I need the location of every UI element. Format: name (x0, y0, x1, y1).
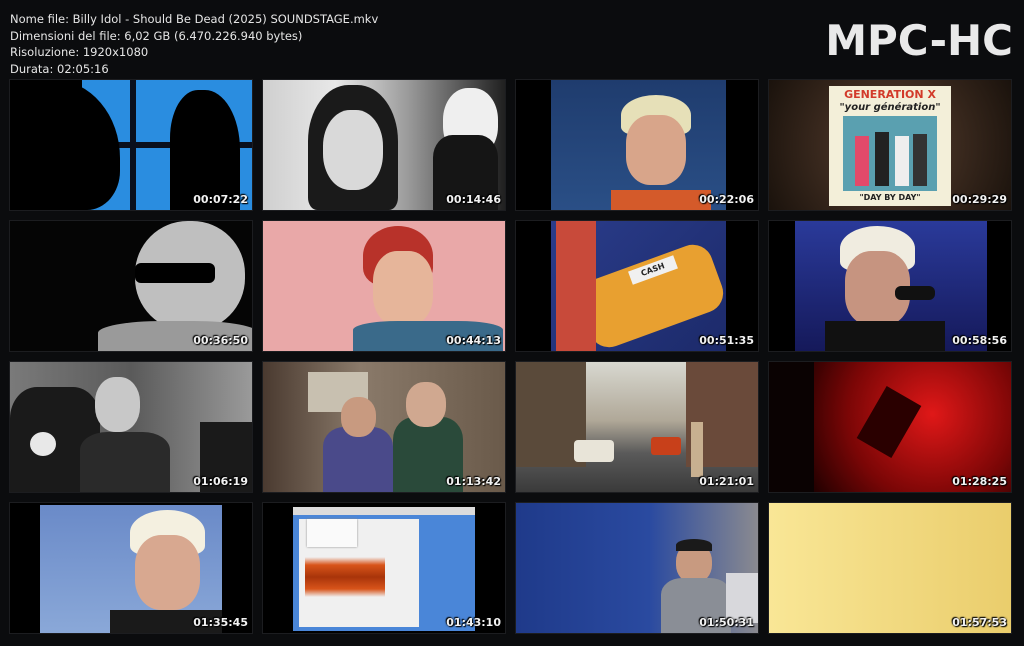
thumbnail-grid: 00:07:22 00:14:46 00:22:06 GENERATION X … (10, 80, 1011, 633)
timestamp: 00:29:29 (952, 193, 1007, 206)
thumbnail-16[interactable]: 01:57:53 (769, 503, 1011, 633)
timestamp: 00:58:56 (952, 334, 1007, 347)
thumbnail-5[interactable]: 00:36:50 (10, 221, 252, 351)
record-sleeve: GENERATION X "your génération" "DAY BY D… (829, 86, 951, 206)
thumbnail-frame (263, 80, 505, 210)
resolution-line: Risoluzione: 1920x1080 (10, 45, 149, 59)
app-menubar (293, 507, 475, 515)
timestamp: 01:50:31 (699, 616, 754, 629)
thumbnail-frame (10, 362, 252, 492)
sleeve-subtitle: "DAY BY DAY" (859, 193, 921, 202)
sleeve-band: GENERATION X (844, 88, 936, 101)
thumbnail-8[interactable]: 00:58:56 (769, 221, 1011, 351)
face-shape (323, 110, 383, 190)
thumbnail-frame (516, 503, 758, 633)
waveform-shape (305, 557, 385, 597)
thumbnail-frame (769, 362, 1011, 492)
thumbnail-15[interactable]: 01:50:31 (516, 503, 758, 633)
file-info-panel: Nome file: Billy Idol - Should Be Dead (… (10, 11, 378, 77)
thumbnail-frame (516, 362, 758, 492)
thumbnail-frame (10, 80, 252, 210)
thumbnail-11[interactable]: 01:21:01 (516, 362, 758, 492)
face-shape (341, 397, 376, 437)
sleeve-title: "your génération" (839, 102, 941, 113)
thumbnail-frame (795, 221, 987, 351)
thumbnail-4[interactable]: GENERATION X "your génération" "DAY BY D… (769, 80, 1011, 210)
timestamp: 01:57:53 (952, 616, 1007, 629)
timestamp: 01:21:01 (699, 475, 754, 488)
thumbnail-frame (10, 221, 252, 351)
timestamp: 00:22:06 (699, 193, 754, 206)
timestamp: 00:14:46 (446, 193, 501, 206)
timestamp: 01:35:45 (193, 616, 248, 629)
cap-shape (676, 539, 712, 551)
timestamp: 01:06:19 (193, 475, 248, 488)
timestamp: 01:13:42 (446, 475, 501, 488)
duration-line: Durata: 02:05:16 (10, 61, 109, 76)
timestamp: 01:43:10 (446, 616, 501, 629)
mpc-hc-logo: MPC-HC (825, 16, 1013, 65)
thumbnail-9[interactable]: 01:06:19 (10, 362, 252, 492)
thumbnail-frame (769, 503, 1011, 633)
thumbnail-frame (293, 507, 475, 631)
face-shape (626, 115, 686, 185)
timestamp: 01:28:25 (952, 475, 1007, 488)
thumbnail-1[interactable]: 00:07:22 (10, 80, 252, 210)
thumbnail-2[interactable]: 00:14:46 (263, 80, 505, 210)
face-shape (95, 377, 140, 432)
file-size-line: Dimensioni del file: 6,02 GB (6.470.226.… (10, 28, 303, 43)
face-shape (406, 382, 446, 427)
thumbnail-13[interactable]: 01:35:45 (10, 503, 252, 633)
face-shape (373, 251, 433, 326)
sunglasses-shape (135, 263, 215, 283)
thumbnail-10[interactable]: 01:13:42 (263, 362, 505, 492)
thumbnail-3[interactable]: 00:22:06 (516, 80, 758, 210)
thumbnail-frame (263, 221, 505, 351)
thumbnail-7[interactable]: CASH 00:51:35 (516, 221, 758, 351)
timestamp: 00:44:13 (446, 334, 501, 347)
thumbnail-frame (551, 80, 726, 210)
flower-shape (30, 432, 56, 456)
thumbnail-frame (40, 505, 222, 633)
thumbnail-12[interactable]: 01:28:25 (769, 362, 1011, 492)
thumbnail-frame: CASH (551, 221, 729, 351)
dropdown-menu (307, 519, 357, 547)
microphone-shape (895, 286, 935, 300)
thumbnail-6[interactable]: 00:44:13 (263, 221, 505, 351)
timestamp: 00:36:50 (193, 334, 248, 347)
face-shape (135, 535, 200, 610)
thumbnail-14[interactable]: 01:43:10 (263, 503, 505, 633)
thumbnail-frame (263, 362, 505, 492)
timestamp: 00:51:35 (699, 334, 754, 347)
file-name-line: Nome file: Billy Idol - Should Be Dead (… (10, 12, 379, 26)
timestamp: 00:07:22 (193, 193, 248, 206)
sleeve-photo (843, 116, 937, 191)
thumbnail-frame: GENERATION X "your génération" "DAY BY D… (769, 80, 1011, 210)
car-shape (574, 440, 614, 462)
